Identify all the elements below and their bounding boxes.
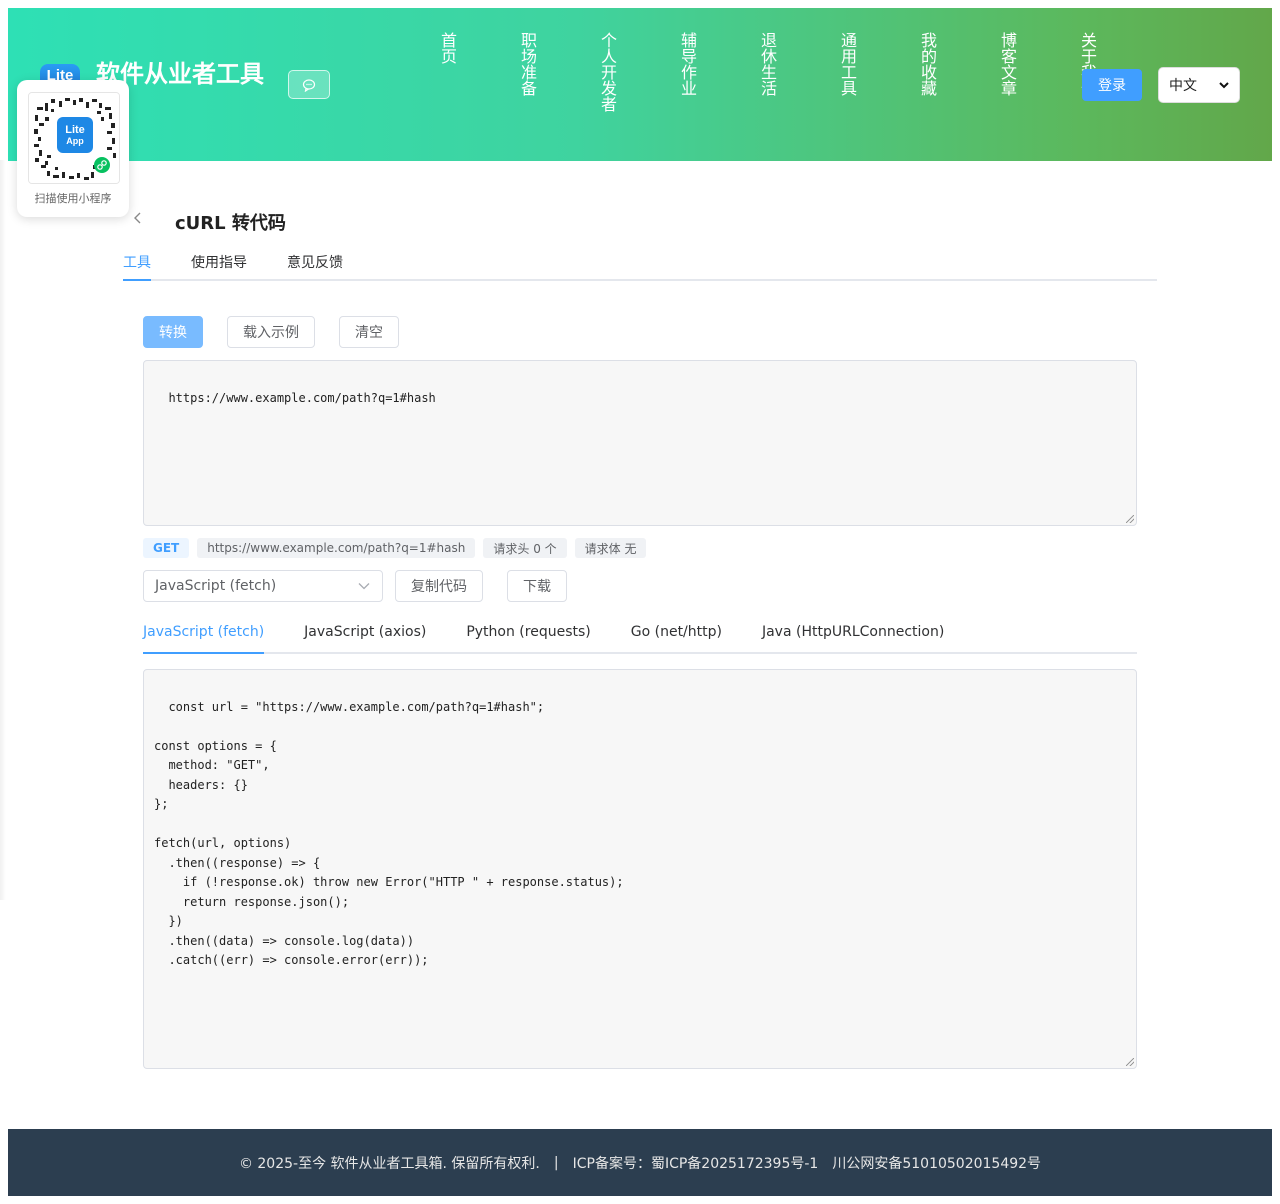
footer-icp-link[interactable]: ICP备案号：蜀ICP备2025172395号-1 bbox=[573, 1153, 819, 1173]
nav-retirement[interactable]: 退休生活 bbox=[698, 32, 778, 142]
back-button[interactable] bbox=[133, 210, 143, 229]
main-nav: 首页 职场准备 个人开发者 辅导作业 退休生活 通用工具 我的收藏 博客文章 关… bbox=[378, 32, 1098, 142]
tab-go-net-http[interactable]: Go (net/http) bbox=[631, 624, 722, 654]
footer-police-link[interactable]: 川公网安备51010502015492号 bbox=[832, 1153, 1041, 1173]
nav-home[interactable]: 首页 bbox=[378, 32, 458, 142]
curl-input[interactable]: https://www.example.com/path?q=1#hash bbox=[143, 360, 1137, 526]
nav-homework[interactable]: 辅导作业 bbox=[618, 32, 698, 142]
qr-code-icon: Lite App bbox=[29, 93, 119, 183]
footer-copyright: © 2025-至今 软件从业者工具箱. 保留所有权利. bbox=[238, 1155, 540, 1172]
tab-tool[interactable]: 工具 bbox=[123, 252, 151, 281]
qr-code: Lite App bbox=[28, 92, 120, 184]
code-output[interactable]: const url = "https://www.example.com/pat… bbox=[143, 669, 1137, 1069]
nav-career-prep[interactable]: 职场准备 bbox=[458, 32, 538, 142]
load-example-button[interactable]: 载入示例 bbox=[227, 316, 315, 348]
tab-js-axios[interactable]: JavaScript (axios) bbox=[304, 624, 426, 654]
curl-input-value: https://www.example.com/path?q=1#hash bbox=[168, 390, 436, 405]
site-header: Lite 软件从业者工具 首页 职场准备 个人开发者 辅导作业 退休生活 通用工… bbox=[8, 8, 1272, 161]
language-tabs: JavaScript (fetch) JavaScript (axios) Py… bbox=[143, 624, 1137, 654]
qr-badge-line2: App bbox=[66, 136, 84, 146]
target-language-value: JavaScript (fetch) bbox=[155, 578, 277, 594]
nav-indie-dev[interactable]: 个人开发者 bbox=[538, 32, 618, 142]
code-output-value: const url = "https://www.example.com/pat… bbox=[154, 699, 624, 968]
page-title: cURL 转代码 bbox=[175, 213, 286, 234]
url-badge: https://www.example.com/path?q=1#hash bbox=[197, 538, 476, 558]
tab-js-fetch[interactable]: JavaScript (fetch) bbox=[143, 624, 265, 654]
login-button[interactable]: 登录 bbox=[1082, 69, 1142, 101]
method-badge: GET bbox=[143, 538, 190, 558]
qr-caption: 扫描使用小程序 bbox=[34, 192, 112, 205]
tab-guide[interactable]: 使用指导 bbox=[191, 252, 247, 281]
chevron-down-icon bbox=[358, 583, 370, 590]
headers-count-badge: 请求头 0 个 bbox=[483, 538, 567, 558]
copy-code-button[interactable]: 复制代码 bbox=[395, 570, 483, 602]
convert-button[interactable]: 转换 bbox=[143, 316, 203, 348]
mini-program-qr-card: Lite App 扫描使用小程序 bbox=[17, 80, 129, 217]
resize-handle-icon[interactable] bbox=[1126, 515, 1134, 523]
tab-feedback[interactable]: 意见反馈 bbox=[287, 252, 343, 281]
body-badge: 请求体 无 bbox=[574, 538, 647, 558]
site-footer: © 2025-至今 软件从业者工具箱. 保留所有权利. | ICP备案号：蜀IC… bbox=[8, 1129, 1272, 1196]
left-edge-shadow bbox=[0, 160, 6, 900]
chat-bubble-icon bbox=[302, 78, 316, 92]
tab-python-requests[interactable]: Python (requests) bbox=[466, 624, 590, 654]
chevron-left-icon bbox=[134, 212, 141, 224]
chat-button[interactable] bbox=[288, 70, 330, 99]
nav-blog[interactable]: 博客文章 bbox=[938, 32, 1018, 142]
qr-badge-line1: Lite bbox=[65, 124, 85, 136]
language-select-value: 中文 bbox=[1169, 78, 1197, 94]
target-language-select[interactable]: JavaScript (fetch) bbox=[143, 570, 383, 602]
chevron-down-icon bbox=[1219, 82, 1229, 89]
resize-handle-icon[interactable] bbox=[1126, 1058, 1134, 1066]
tab-java-httpurlconnection[interactable]: Java (HttpURLConnection) bbox=[762, 624, 944, 654]
language-select[interactable]: 中文 bbox=[1158, 67, 1240, 103]
page-tabs: 工具 使用指导 意见反馈 bbox=[123, 252, 1157, 281]
clear-button[interactable]: 清空 bbox=[339, 316, 399, 348]
request-summary: GET https://www.example.com/path?q=1#has… bbox=[143, 538, 647, 558]
nav-favorites[interactable]: 我的收藏 bbox=[858, 32, 938, 142]
download-button[interactable]: 下载 bbox=[507, 570, 567, 602]
nav-general-tools[interactable]: 通用工具 bbox=[778, 32, 858, 142]
footer-separator: | bbox=[553, 1154, 559, 1171]
